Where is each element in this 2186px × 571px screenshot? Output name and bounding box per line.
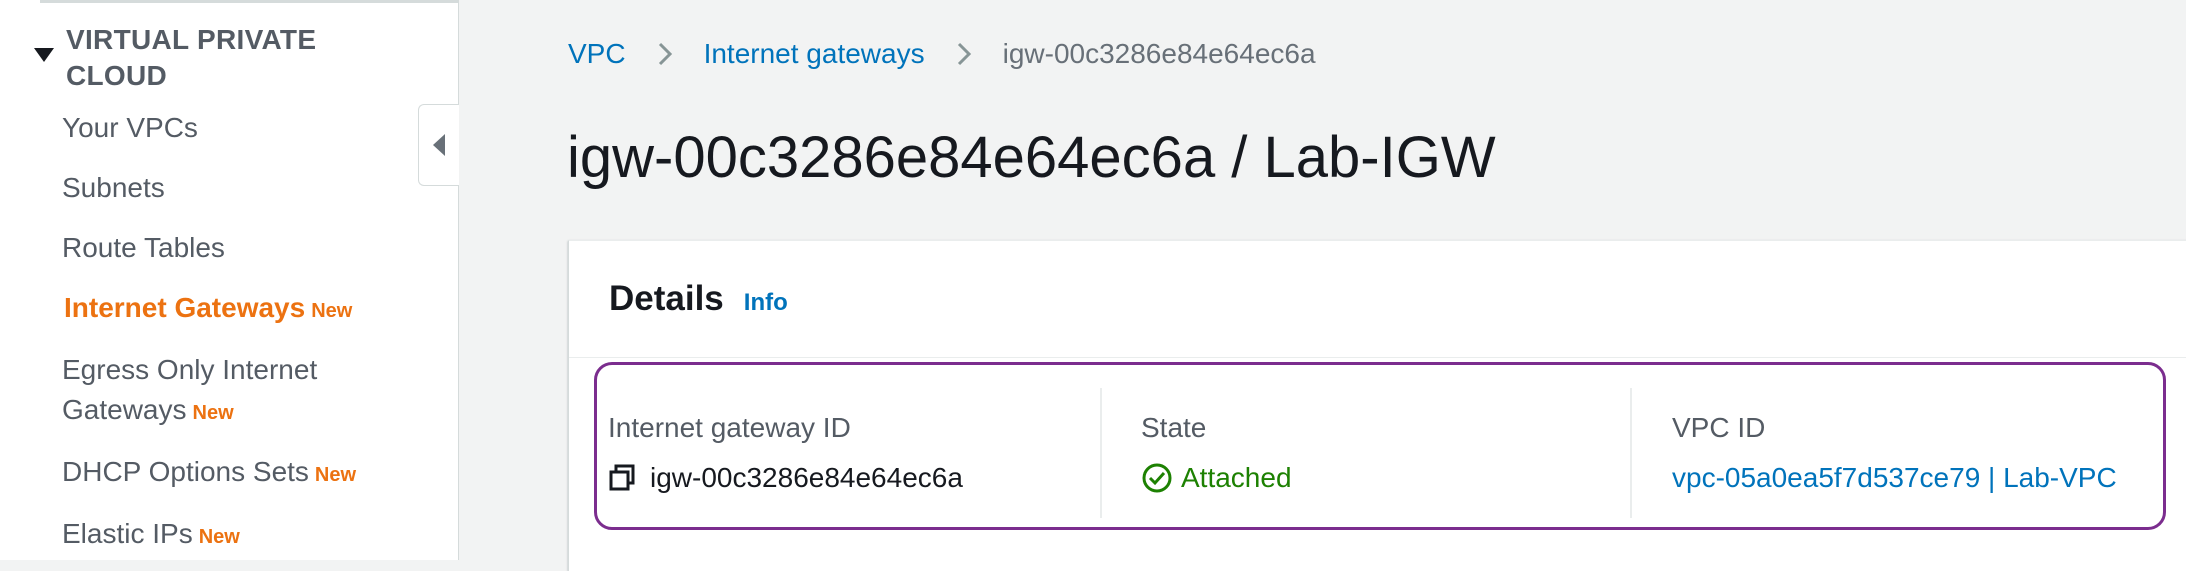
- field-state: State Attached: [1141, 410, 1292, 496]
- section-title: VIRTUAL PRIVATE CLOUD: [66, 24, 317, 91]
- sidebar-item-label: Elastic IPs: [62, 518, 193, 549]
- sidebar-item-label: DHCP Options Sets: [62, 456, 309, 487]
- field-value: igw-00c3286e84e64ec6a: [608, 460, 963, 496]
- state-value: Attached: [1181, 462, 1292, 493]
- column-divider: [1630, 388, 1632, 518]
- panel-divider: [569, 357, 2186, 358]
- details-header: Details Info: [609, 279, 788, 319]
- field-vpc-id: VPC ID vpc-05a0ea5f7d537ce79 | Lab-VPC: [1672, 410, 2117, 496]
- page-title: igw-00c3286e84e64ec6a / Lab-IGW: [567, 125, 1496, 190]
- details-title: Details: [609, 279, 724, 318]
- collapse-sidebar-button[interactable]: [418, 104, 459, 186]
- breadcrumb-vpc[interactable]: VPC: [568, 38, 626, 70]
- sidebar-item-subnets[interactable]: Subnets: [62, 168, 165, 208]
- breadcrumb: VPC Internet gateways igw-00c3286e84e64e…: [568, 38, 1316, 70]
- new-badge: New: [314, 464, 357, 486]
- field-value: vpc-05a0ea5f7d537ce79 | Lab-VPC: [1672, 460, 2117, 496]
- column-divider: [1100, 388, 1102, 518]
- info-link[interactable]: Info: [744, 289, 788, 317]
- sidebar-item-label: Gateways: [62, 394, 187, 425]
- caret-down-icon[interactable]: [34, 48, 54, 62]
- chevron-right-icon: [957, 42, 971, 66]
- new-badge: New: [198, 526, 240, 548]
- field-label: VPC ID: [1672, 412, 1766, 443]
- caret-left-icon: [433, 134, 445, 156]
- sidebar-item-label: Internet Gateways: [64, 292, 306, 323]
- sidebar-item-label: Subnets: [62, 172, 165, 203]
- breadcrumb-current: igw-00c3286e84e64ec6a: [1002, 38, 1316, 69]
- field-label: State: [1141, 412, 1207, 443]
- sidebar-item-elastic-ips[interactable]: Elastic IPs New: [62, 514, 240, 557]
- sidebar-item-egress-only-internet-gateways[interactable]: Egress Only Internet Gateways New: [62, 350, 317, 433]
- sidebar-item-label: Egress Only Internet: [62, 354, 318, 385]
- new-badge: New: [311, 300, 353, 322]
- section-header-virtual-private-cloud[interactable]: VIRTUAL PRIVATE CLOUD: [34, 22, 336, 94]
- sidebar: VIRTUAL PRIVATE CLOUD Your VPCs Subnets …: [0, 0, 459, 560]
- check-circle-icon: [1142, 463, 1172, 493]
- new-badge: New: [192, 402, 234, 424]
- field-label: Internet gateway ID: [608, 412, 851, 443]
- field-value: Attached: [1141, 460, 1292, 496]
- copy-icon[interactable]: [608, 464, 636, 492]
- vpc-id-link[interactable]: vpc-05a0ea5f7d537ce79 | Lab-VPC: [1672, 460, 2117, 496]
- sidebar-item-route-tables[interactable]: Route Tables: [62, 228, 225, 268]
- sidebar-item-your-vpcs[interactable]: Your VPCs: [62, 108, 198, 148]
- sidebar-item-internet-gateways[interactable]: Internet Gateways New: [64, 288, 352, 331]
- sidebar-item-label: Your VPCs: [62, 112, 198, 143]
- internet-gateway-id-value: igw-00c3286e84e64ec6a: [650, 462, 963, 493]
- chevron-right-icon: [658, 42, 672, 66]
- sidebar-item-dhcp-options-sets[interactable]: DHCP Options Sets New: [62, 452, 356, 495]
- sidebar-divider: [40, 0, 458, 3]
- field-internet-gateway-id: Internet gateway ID igw-00c3286e84e64ec6…: [608, 410, 963, 496]
- sidebar-item-label: Route Tables: [62, 232, 225, 263]
- breadcrumb-internet-gateways[interactable]: Internet gateways: [704, 38, 925, 70]
